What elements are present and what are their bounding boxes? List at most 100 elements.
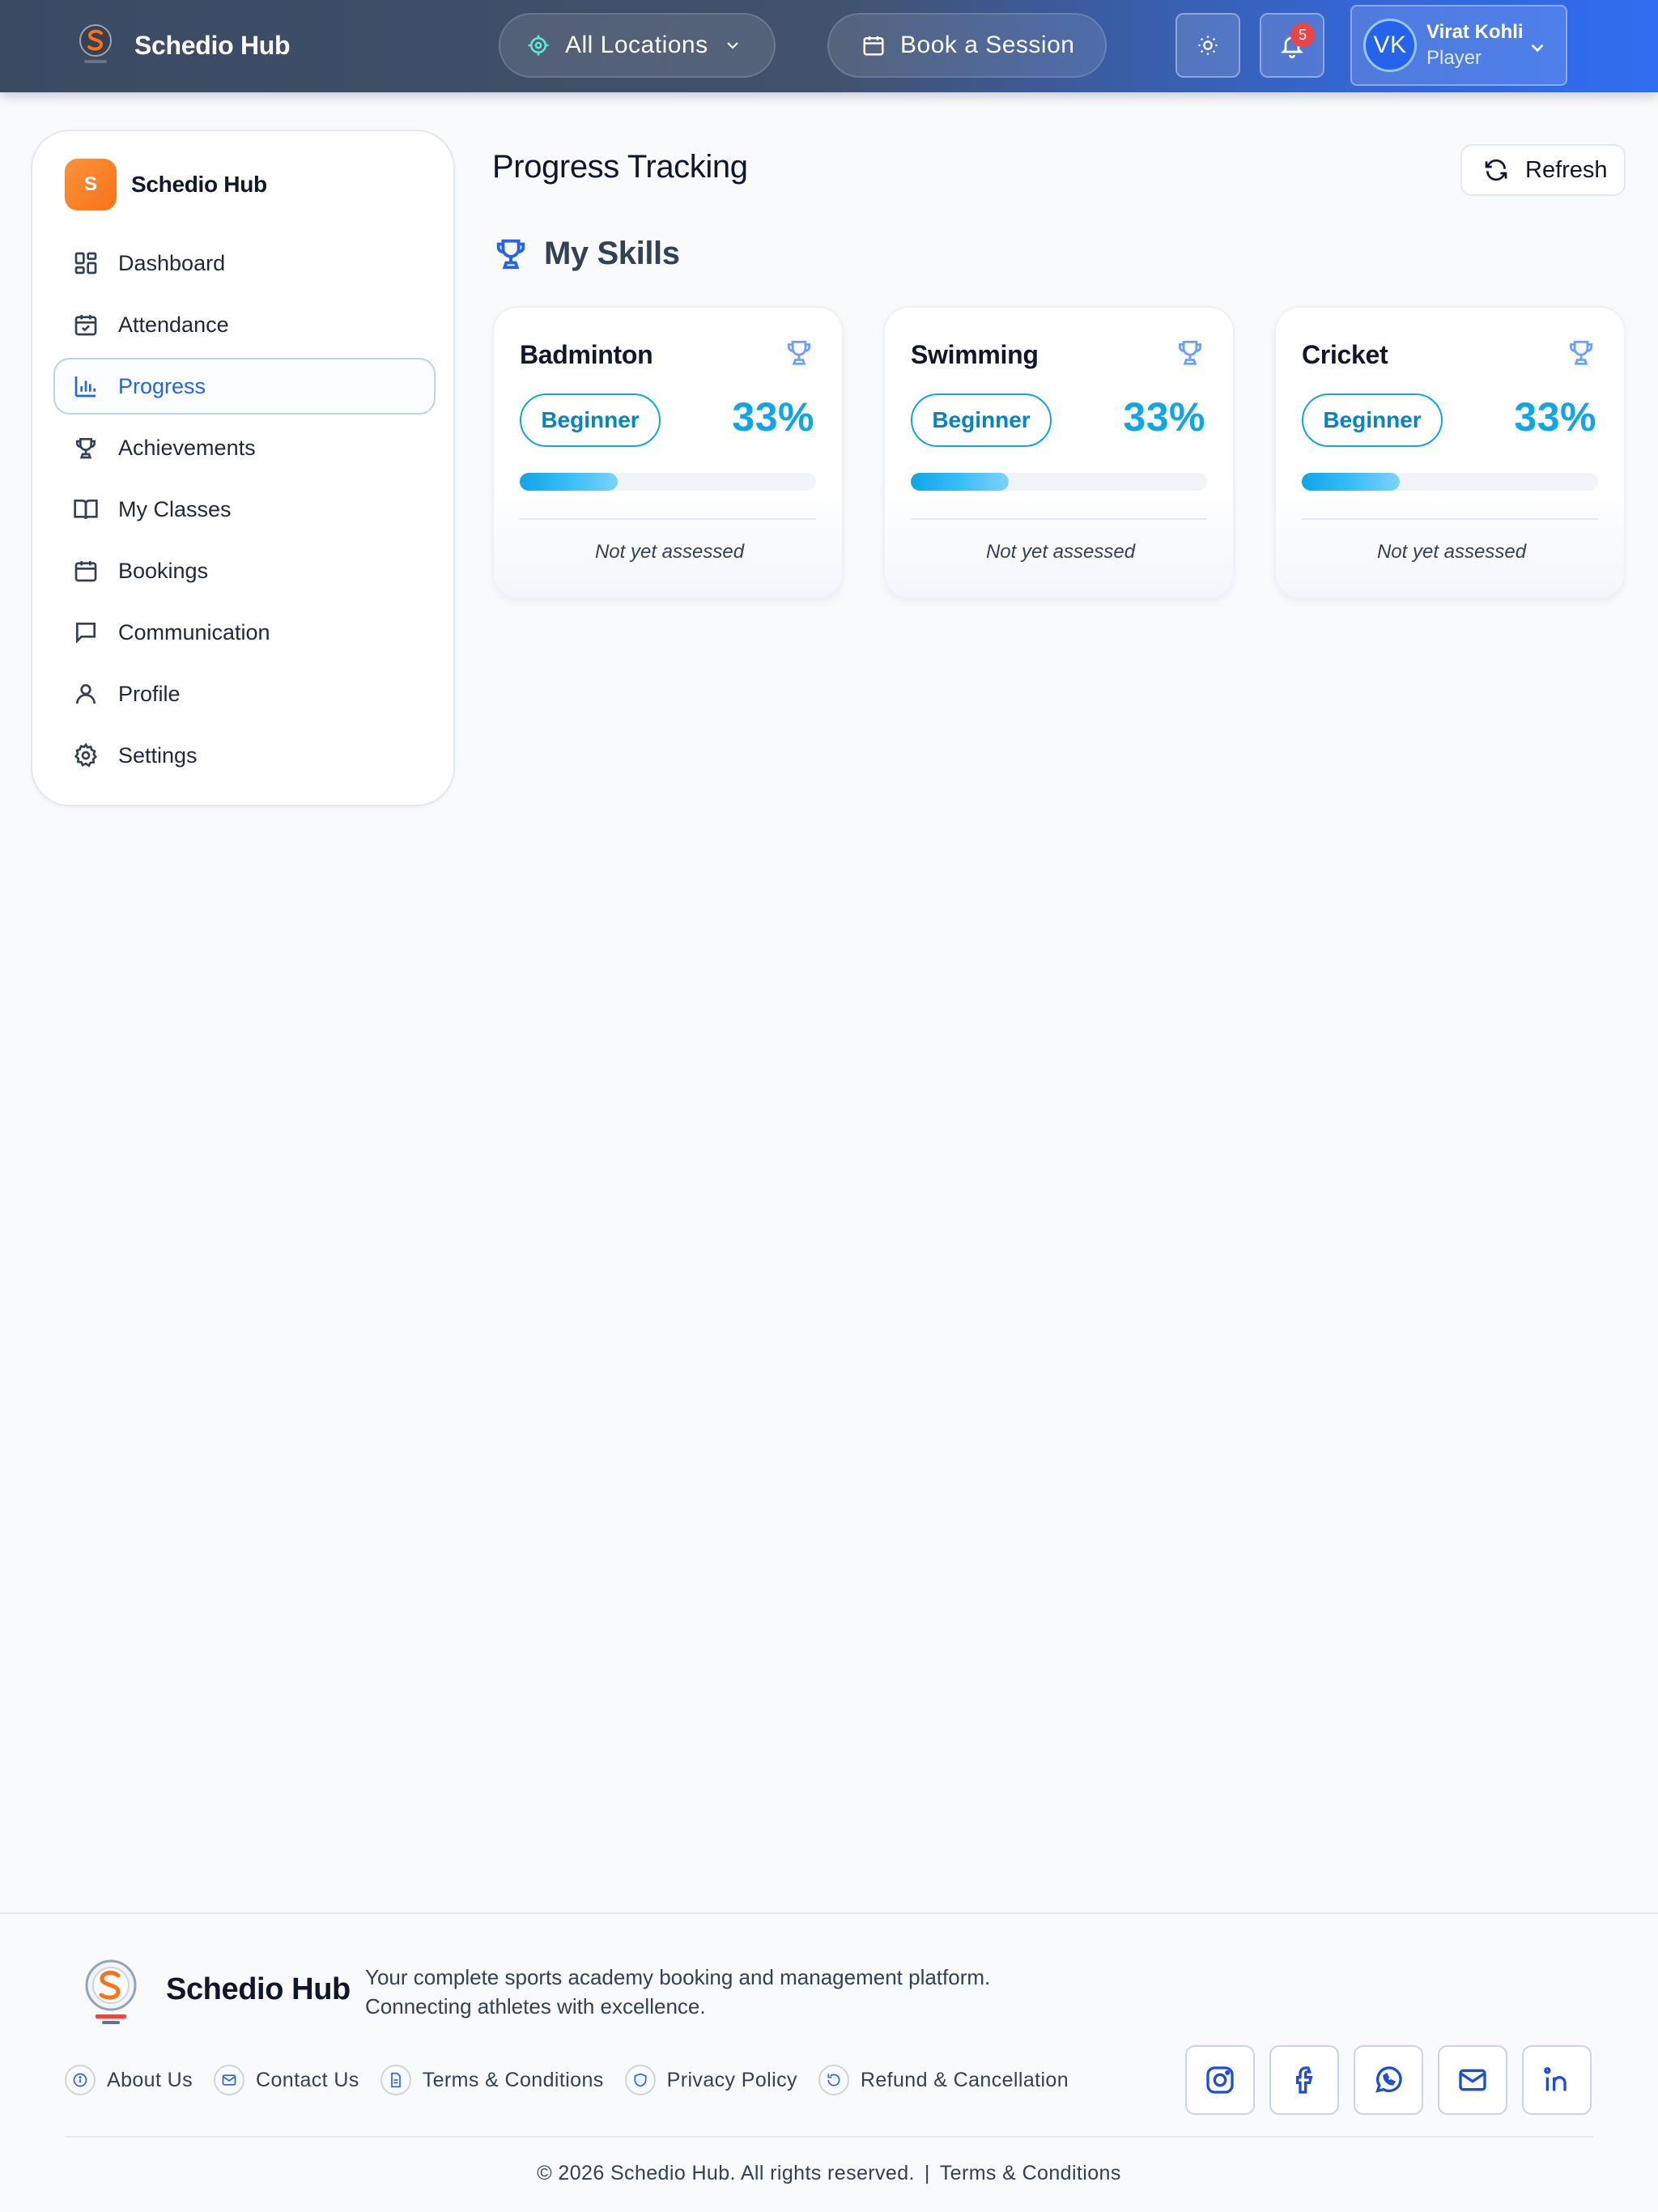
- sun-icon: [1198, 36, 1218, 55]
- user-menu-button[interactable]: VK Virat Kohli Player: [1350, 5, 1567, 86]
- book-session-label: Book a Session: [900, 32, 1075, 58]
- skill-percent: 33%: [1514, 394, 1596, 440]
- skill-name: Cricket: [1302, 340, 1388, 369]
- page-title: Progress Tracking: [492, 149, 748, 185]
- whatsapp-icon: [1375, 2066, 1402, 2093]
- sidebar-item-label: Dashboard: [118, 250, 226, 275]
- facebook-button[interactable]: [1269, 2045, 1339, 2115]
- info-icon: [65, 2065, 96, 2095]
- footer-link-label: About Us: [107, 2068, 193, 2091]
- trophy-icon: [1569, 340, 1593, 365]
- skill-card-badminton[interactable]: Badminton Beginner 33% Not yet assessed: [492, 306, 844, 599]
- sidebar-item-communication[interactable]: Communication: [53, 604, 436, 661]
- trophy-icon: [787, 340, 811, 365]
- notifications-button[interactable]: 5: [1260, 13, 1324, 78]
- skill-percent: 33%: [1123, 394, 1205, 440]
- copyright-separator: |: [924, 2162, 930, 2184]
- document-icon: [380, 2065, 411, 2095]
- sidebar-item-label: Achievements: [118, 435, 256, 460]
- dashboard-icon: [74, 252, 97, 274]
- divider: [1302, 518, 1598, 520]
- assessment-note: Not yet assessed: [985, 541, 1136, 563]
- footer-divider: [65, 2136, 1593, 2138]
- sidebar-brand[interactable]: S Schedio Hub: [65, 159, 267, 211]
- level-badge: Beginner: [520, 393, 661, 447]
- footer-link-refund[interactable]: Refund & Cancellation: [818, 2065, 1069, 2095]
- instagram-button[interactable]: [1185, 2045, 1255, 2115]
- footer-copyright: © 2026 Schedio Hub. All rights reserved.…: [0, 2162, 1658, 2185]
- chevron-down-icon: [726, 42, 738, 49]
- sidebar-item-my-classes[interactable]: My Classes: [53, 481, 436, 538]
- book-session-button[interactable]: Book a Session: [827, 13, 1107, 78]
- assessment-note: Not yet assessed: [1376, 541, 1527, 563]
- sidebar-item-attendance[interactable]: Attendance: [53, 296, 436, 353]
- progress-bar: [1302, 473, 1598, 491]
- refund-icon: [818, 2065, 849, 2095]
- skill-card-cricket[interactable]: Cricket Beginner 33% Not yet assessed: [1274, 306, 1626, 599]
- footer-link-privacy[interactable]: Privacy Policy: [624, 2065, 797, 2095]
- bar-chart-icon: [74, 376, 96, 398]
- location-selector[interactable]: All Locations: [499, 13, 776, 78]
- theme-toggle-button[interactable]: [1175, 13, 1240, 78]
- footer-link-label: Privacy Policy: [666, 2068, 797, 2091]
- sidebar-item-settings[interactable]: Settings: [53, 727, 436, 784]
- sidebar-item-label: Profile: [118, 681, 181, 706]
- footer-link-label: Contact Us: [256, 2068, 359, 2091]
- refresh-button[interactable]: Refresh: [1460, 144, 1626, 196]
- trophy-icon: [496, 239, 525, 270]
- crosshair-icon: [528, 35, 549, 56]
- email-icon: [1459, 2069, 1486, 2091]
- footer-link-contact[interactable]: Contact Us: [214, 2065, 359, 2095]
- skill-name: Badminton: [520, 340, 653, 369]
- progress-bar-fill: [520, 473, 618, 491]
- footer-tagline: Your complete sports academy booking and…: [365, 1963, 990, 2021]
- header-brand[interactable]: Schedio Hub: [78, 23, 291, 68]
- shield-icon: [624, 2065, 656, 2095]
- progress-bar-fill: [911, 473, 1009, 491]
- footer-logo-icon: [85, 1959, 137, 2024]
- refresh-label: Refresh: [1525, 156, 1608, 183]
- sidebar-item-label: Attendance: [118, 312, 229, 337]
- sidebar-item-dashboard[interactable]: Dashboard: [53, 235, 436, 291]
- sidebar-item-achievements[interactable]: Achievements: [53, 419, 436, 476]
- skill-percent: 33%: [732, 394, 814, 440]
- footer-link-about[interactable]: About Us: [65, 2065, 193, 2095]
- whatsapp-button[interactable]: [1354, 2045, 1423, 2115]
- footer-links: About Us Contact Us Terms & Conditions P…: [65, 2065, 1090, 2095]
- sidebar-item-label: My Classes: [118, 496, 232, 521]
- section-header: My Skills: [492, 235, 680, 272]
- refresh-icon: [1485, 159, 1507, 181]
- level-badge: Beginner: [1302, 393, 1443, 447]
- social-links: [1185, 2045, 1592, 2115]
- calendar-icon: [863, 36, 884, 56]
- footer-tagline-line: Your complete sports academy booking and…: [365, 1965, 991, 1989]
- brand-logo-icon: [79, 24, 112, 63]
- divider: [911, 518, 1207, 520]
- message-icon: [76, 623, 96, 644]
- sidebar-item-profile[interactable]: Profile: [53, 666, 436, 722]
- sidebar-item-label: Communication: [118, 619, 270, 644]
- gear-icon: [74, 742, 98, 768]
- sidebar-item-bookings[interactable]: Bookings: [53, 542, 436, 599]
- level-badge: Beginner: [911, 393, 1052, 447]
- progress-bar-fill: [1302, 473, 1400, 491]
- footer-terms-link[interactable]: Terms & Conditions: [940, 2162, 1121, 2184]
- linkedin-button[interactable]: [1522, 2045, 1592, 2115]
- skill-card-swimming[interactable]: Swimming Beginner 33% Not yet assessed: [883, 306, 1235, 599]
- sidebar-item-label: Settings: [118, 742, 198, 768]
- section-title: My Skills: [544, 235, 680, 271]
- email-button[interactable]: [1438, 2045, 1507, 2115]
- mail-icon: [214, 2065, 245, 2095]
- footer-link-terms[interactable]: Terms & Conditions: [380, 2065, 604, 2095]
- trophy-icon: [1178, 340, 1202, 365]
- user-icon: [76, 684, 96, 704]
- trophy-icon: [76, 438, 96, 459]
- footer-link-label: Refund & Cancellation: [860, 2068, 1069, 2091]
- sidebar-item-label: Bookings: [118, 558, 209, 583]
- sidebar-nav: Dashboard Attendance Progress Achievemen…: [53, 235, 436, 789]
- sidebar-brand-logo: S: [65, 159, 117, 211]
- facebook-icon: [1296, 2066, 1313, 2094]
- assessment-note: Not yet assessed: [594, 541, 745, 563]
- avatar: VK: [1363, 19, 1417, 72]
- sidebar-item-progress[interactable]: Progress: [53, 358, 436, 415]
